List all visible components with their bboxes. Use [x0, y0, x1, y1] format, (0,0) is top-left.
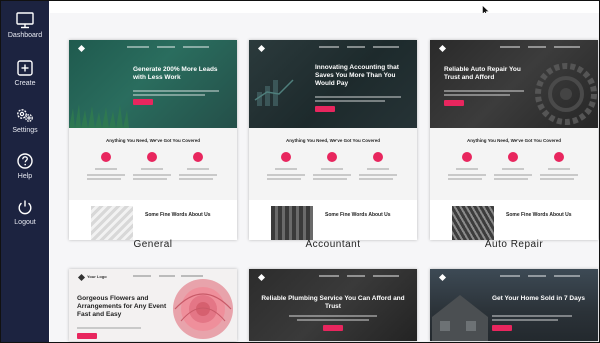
- monitor-icon: [16, 12, 34, 29]
- template-footer-title: Some Fine Words About Us: [325, 212, 391, 218]
- template-card-accountant[interactable]: Innovating Accounting that Saves You Mor…: [249, 40, 417, 240]
- template-hero: Get Your Home Sold in 7 Days: [430, 269, 598, 341]
- building-image: [91, 206, 133, 240]
- template-headline: Reliable Plumbing Service You Can Afford…: [261, 295, 405, 311]
- template-hero: Generate 200% More Leads with Less Work: [69, 40, 237, 128]
- template-footer-title: Some Fine Words About Us: [145, 212, 211, 218]
- logo-icon: [77, 273, 86, 282]
- template-gallery: Generate 200% More Leads with Less Work …: [50, 13, 599, 342]
- logo-icon: [77, 44, 86, 53]
- main-area: Generate 200% More Leads with Less Work …: [50, 1, 599, 342]
- template-footer-title: Some Fine Words About Us: [506, 212, 572, 218]
- gears-icon: [17, 109, 33, 122]
- power-icon: [18, 200, 32, 215]
- template-section-title: Anything You Need, We've Got You Covered: [106, 138, 200, 143]
- question-circle-icon: [17, 153, 33, 169]
- template-card-plumbing[interactable]: Reliable Plumbing Service You Can Afford…: [249, 269, 417, 341]
- template-hero: Reliable Auto Repair You Trust and Affor…: [430, 40, 598, 128]
- calculator-image: [271, 206, 313, 240]
- template-label-auto-repair[interactable]: Auto Repair: [430, 239, 598, 250]
- template-topbar: [436, 273, 592, 282]
- grass-image: [69, 104, 129, 128]
- logo-icon: [438, 44, 447, 53]
- template-footer: Some Fine Words About Us: [430, 200, 598, 240]
- template-cta-button: [133, 99, 153, 105]
- plus-square-icon: [17, 60, 33, 76]
- template-cta-button: [315, 106, 335, 112]
- template-cta-button: [492, 325, 512, 331]
- template-section-title: Anything You Need, We've Got You Covered: [467, 138, 561, 143]
- template-cta-button: [77, 333, 97, 339]
- template-hero: Reliable Plumbing Service You Can Afford…: [249, 269, 417, 341]
- house-image: [432, 295, 488, 341]
- template-label-accountant[interactable]: Accountant: [249, 239, 417, 250]
- logo-icon: [257, 273, 266, 282]
- template-footer: Some Fine Words About Us: [249, 200, 417, 240]
- template-topbar: [255, 44, 411, 53]
- sidebar-item-create[interactable]: Create: [1, 59, 49, 87]
- sidebar-item-label: Dashboard: [7, 32, 43, 39]
- gear-image: [535, 63, 597, 125]
- template-headline: Innovating Accounting that Saves You Mor…: [315, 64, 399, 88]
- template-hero: Innovating Accounting that Saves You Mor…: [249, 40, 417, 128]
- template-topbar: [436, 44, 592, 53]
- sidebar-item-label: Settings: [12, 127, 38, 134]
- sidebar-item-label: Logout: [14, 219, 36, 226]
- template-card-florist[interactable]: Your Logo Gorgeous Flowers and Arrangeme: [69, 269, 237, 341]
- template-topbar: [255, 273, 411, 282]
- sidebar-item-logout[interactable]: Logout: [1, 198, 49, 226]
- template-cta-button: [323, 325, 343, 331]
- template-headline: Generate 200% More Leads with Less Work: [133, 66, 218, 82]
- template-topbar: [75, 44, 231, 53]
- sidebar: Dashboard Create Settings Help Logout: [1, 1, 49, 342]
- template-label-general[interactable]: General: [69, 239, 237, 250]
- template-card-general[interactable]: Generate 200% More Leads with Less Work …: [69, 40, 237, 240]
- sidebar-item-label: Help: [17, 173, 33, 180]
- chart-image: [254, 79, 294, 106]
- template-logo-text: Your Logo: [87, 274, 107, 279]
- template-cta-button: [444, 100, 464, 106]
- template-hero: Your Logo Gorgeous Flowers and Arrangeme: [69, 269, 237, 341]
- template-features: Anything You Need, We've Got You Covered: [249, 128, 417, 200]
- logo-icon: [257, 44, 266, 53]
- template-headline: Gorgeous Flowers and Arrangements for An…: [77, 295, 167, 319]
- sidebar-item-dashboard[interactable]: Dashboard: [1, 11, 49, 39]
- template-card-real-estate[interactable]: Get Your Home Sold in 7 Days: [430, 269, 598, 341]
- sidebar-item-settings[interactable]: Settings: [1, 106, 49, 134]
- app-window: Dashboard Create Settings Help Logout Ge…: [0, 0, 600, 343]
- template-card-auto-repair[interactable]: Reliable Auto Repair You Trust and Affor…: [430, 40, 598, 240]
- template-headline: Get Your Home Sold in 7 Days: [492, 295, 585, 302]
- template-features: Anything You Need, We've Got You Covered: [430, 128, 598, 200]
- template-section-title: Anything You Need, We've Got You Covered: [286, 138, 380, 143]
- sidebar-item-help[interactable]: Help: [1, 152, 49, 180]
- logo-icon: [438, 273, 447, 282]
- template-headline: Reliable Auto Repair You Trust and Affor…: [444, 66, 521, 82]
- template-footer: Some Fine Words About Us: [69, 200, 237, 240]
- tools-image: [452, 206, 494, 240]
- sidebar-item-label: Create: [14, 80, 36, 87]
- template-features: Anything You Need, We've Got You Covered: [69, 128, 237, 200]
